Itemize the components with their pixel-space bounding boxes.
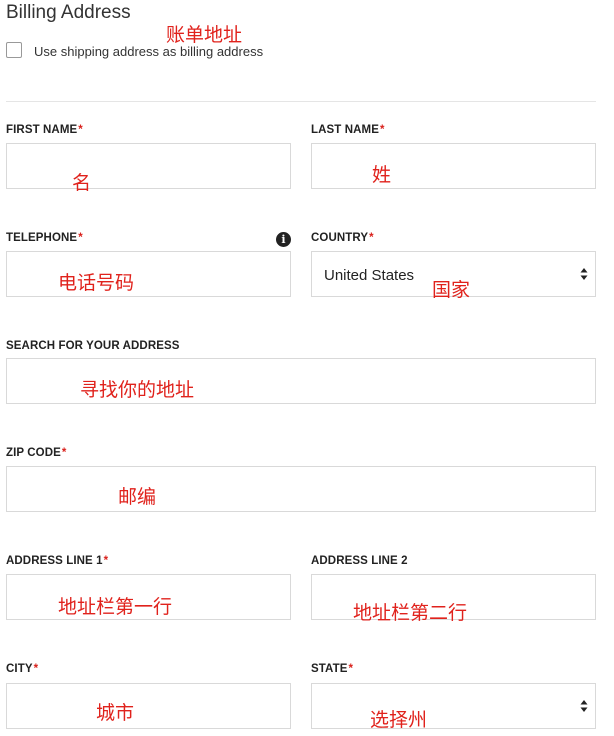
select-chevron-icon [580, 700, 588, 712]
address-line-2-annotation: 地址栏第二行 [353, 602, 468, 624]
country-select-value: United States [324, 267, 415, 284]
last-name-input[interactable] [312, 144, 595, 188]
zip-code-field[interactable] [6, 466, 596, 512]
first-name-field[interactable] [6, 143, 291, 189]
billing-address-title: Billing Address [6, 2, 131, 23]
select-chevron-icon [580, 268, 588, 280]
zip-code-annotation: 邮编 [118, 486, 157, 508]
last-name-field[interactable] [311, 143, 596, 189]
info-icon[interactable]: i [276, 232, 291, 247]
address-line-1-annotation: 地址栏第一行 [58, 596, 173, 618]
telephone-label: TELEPHONE* [6, 232, 83, 244]
zip-code-input[interactable] [7, 467, 595, 511]
city-label: CITY* [6, 663, 39, 675]
first-name-label: FIRST NAME* [6, 124, 83, 136]
search-address-annotation: 寻找你的地址 [80, 379, 195, 401]
required-marker: * [33, 663, 39, 675]
country-annotation: 国家 [432, 279, 471, 301]
title-annotation: 账单地址 [166, 24, 243, 46]
telephone-annotation: 电话号码 [58, 272, 135, 294]
required-marker: * [369, 232, 374, 244]
zip-code-label: ZIP CODE* [6, 447, 67, 459]
country-label: COUNTRY* [311, 232, 374, 244]
address-line-2-label: ADDRESS LINE 2 [311, 555, 408, 567]
last-name-label: LAST NAME* [311, 124, 385, 136]
required-marker: * [103, 555, 109, 567]
telephone-field[interactable] [6, 251, 291, 297]
divider [6, 101, 596, 102]
first-name-input[interactable] [7, 144, 290, 188]
required-marker: * [379, 124, 385, 136]
required-marker: * [61, 447, 67, 459]
last-name-annotation: 姓 [372, 164, 392, 186]
first-name-annotation: 名 [72, 172, 92, 194]
city-field[interactable] [6, 683, 291, 729]
required-marker: * [348, 663, 354, 675]
telephone-input[interactable] [7, 252, 290, 296]
use-shipping-address-checkbox[interactable] [6, 42, 22, 58]
required-marker: * [78, 124, 83, 136]
search-address-label: SEARCH FOR YOUR ADDRESS [6, 340, 180, 352]
address-line-1-label: ADDRESS LINE 1* [6, 555, 109, 567]
state-annotation: 选择州 [370, 709, 428, 731]
city-annotation: 城市 [96, 702, 135, 724]
state-select[interactable] [311, 683, 596, 729]
required-marker: * [78, 232, 83, 244]
state-label: STATE* [311, 663, 354, 675]
use-shipping-address-label[interactable]: Use shipping address as billing address [34, 44, 263, 59]
city-input[interactable] [7, 684, 290, 728]
